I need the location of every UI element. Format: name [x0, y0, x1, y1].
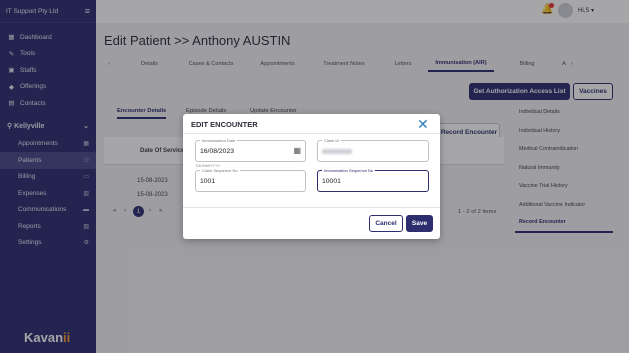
cancel-button[interactable]: Cancel — [369, 215, 403, 232]
close-icon[interactable]: ✕ — [417, 116, 429, 133]
field-value: 10001 — [322, 178, 341, 185]
field-label: Claim Id — [322, 138, 341, 143]
field-value: 16/08/2023 — [200, 148, 235, 155]
save-button[interactable]: Save — [406, 215, 433, 232]
field-label: Claim Sequence No — [200, 168, 240, 173]
immunisation-sequence-field[interactable]: Immunisation Sequence No 10001 — [317, 168, 429, 192]
redacted-value — [322, 149, 352, 154]
calendar-icon[interactable]: ▦ — [293, 146, 301, 155]
divider — [183, 133, 440, 134]
modal-title: EDIT ENCOUNTER — [191, 120, 258, 129]
claim-id-field[interactable]: Claim Id — [317, 138, 429, 162]
immunisation-date-field[interactable]: Immunisation Date 16/08/2023 ▦ — [195, 138, 306, 162]
field-label: Immunisation Sequence No — [322, 168, 376, 173]
divider — [183, 207, 440, 208]
claim-sequence-field[interactable]: Claim Sequence No 1001 — [195, 168, 306, 192]
field-value: 1001 — [200, 178, 216, 185]
field-label: Immunisation Date — [200, 138, 238, 143]
